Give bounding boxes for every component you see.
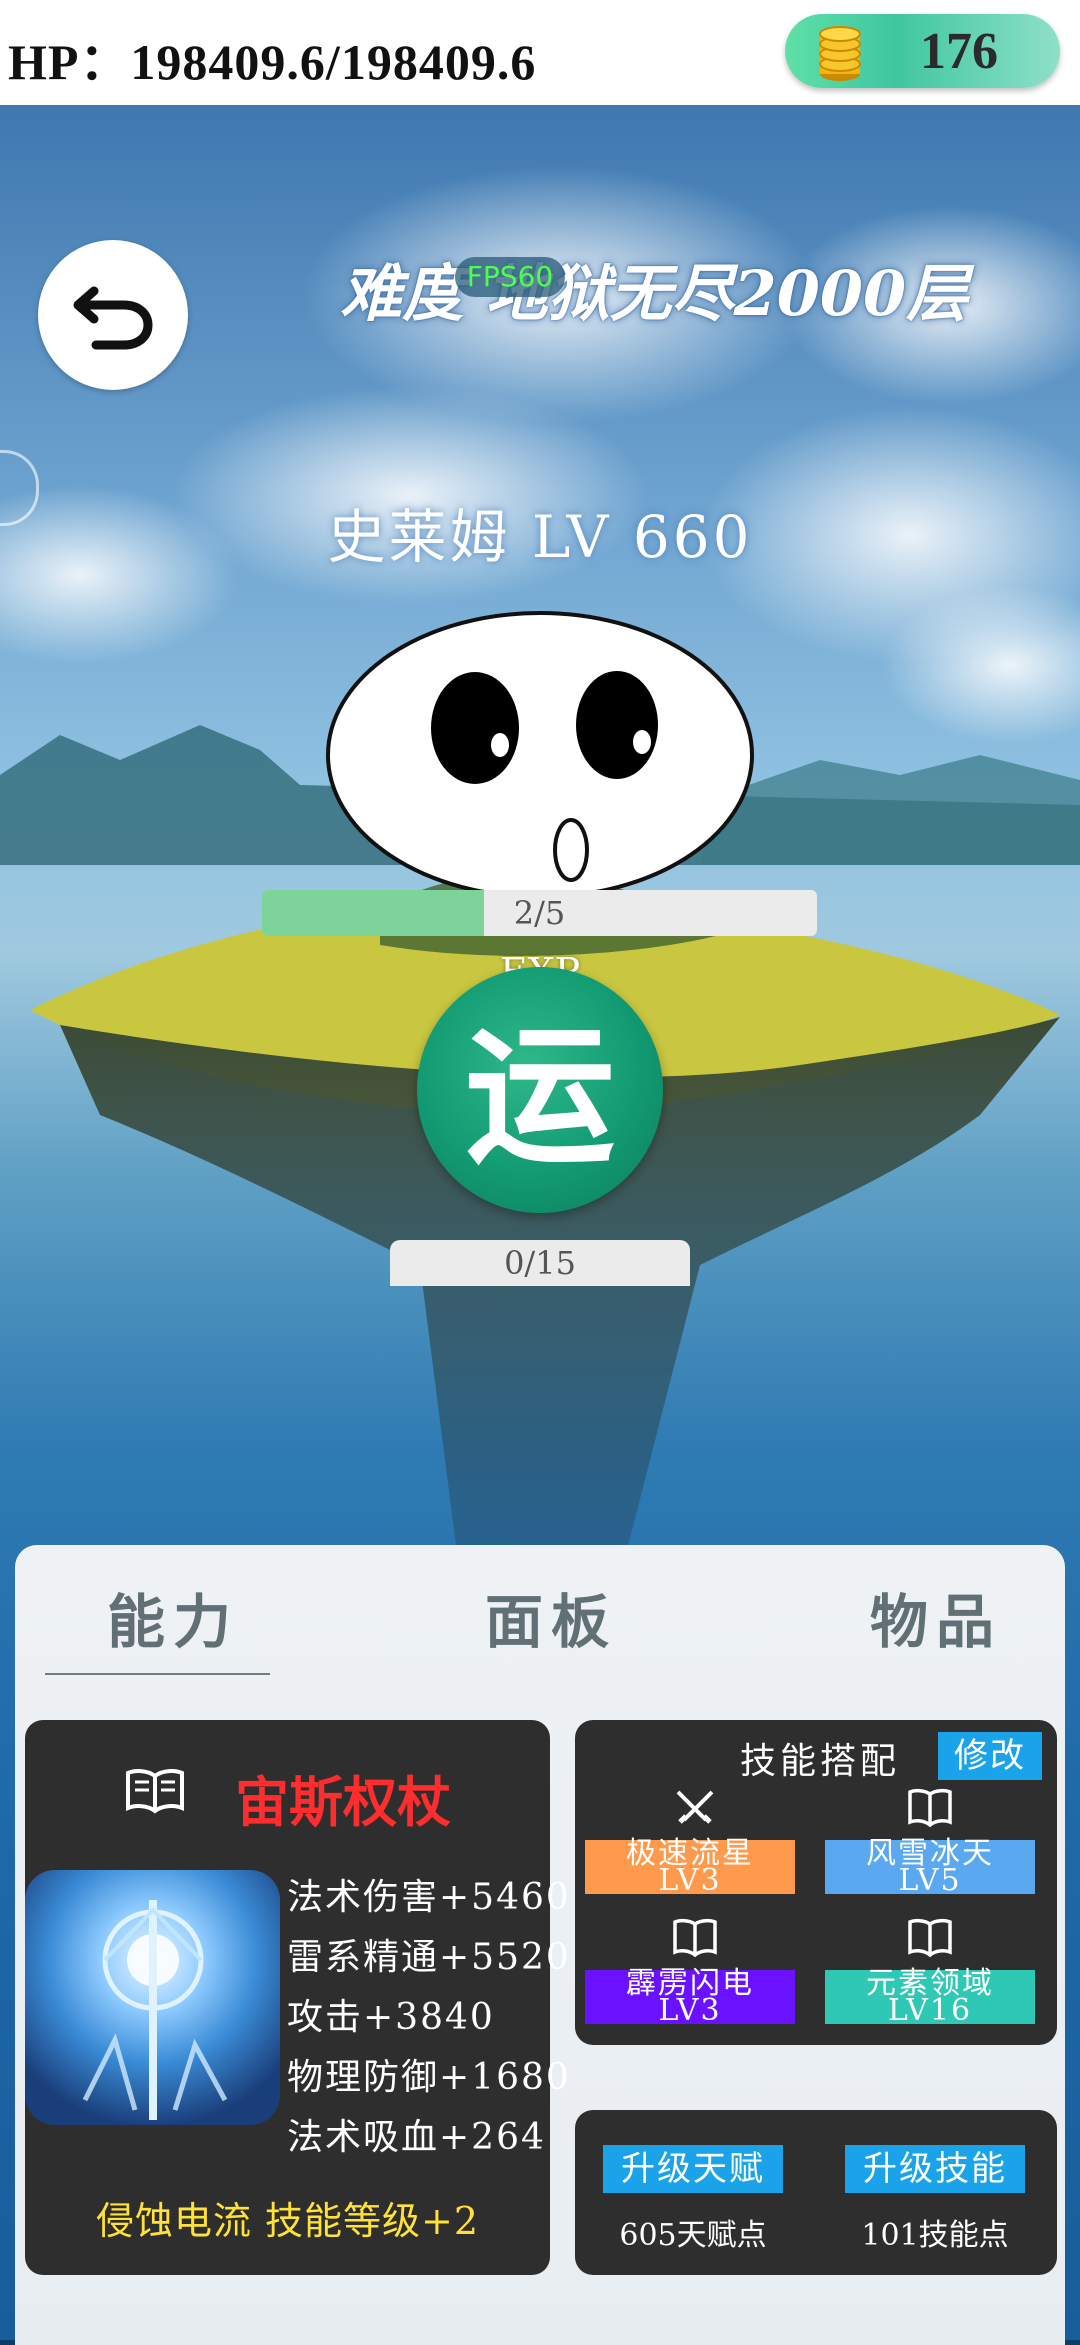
exp-progress-text: 2/5 — [513, 894, 566, 932]
exp-progress-bar: 2/5 — [262, 890, 817, 936]
book-icon — [908, 1788, 952, 1828]
weapon-stat: 物理防御+1680 — [287, 2057, 571, 2098]
weapon-card[interactable]: 宙斯权杖 法术伤害+5460 雷系精通+5520 攻击+3840 物理防御+16… — [25, 1720, 569, 2275]
weapon-name: 宙斯权杖 — [235, 1771, 451, 1834]
gold-coins-icon — [819, 26, 861, 81]
weapon-effect: 侵蚀电流 技能等级+2 — [95, 2199, 480, 2243]
fps-counter: FPS60 — [455, 257, 565, 297]
upgrade-card: 升级天赋 605天赋点 升级技能 101技能点 — [575, 2110, 1057, 2275]
tab-items[interactable]: 物品 — [870, 1575, 1002, 1659]
cultivate-progress-bar: 0/15 — [390, 1240, 690, 1286]
cultivate-label: 运 — [464, 1010, 615, 1185]
crossed-swords-icon — [676, 1790, 714, 1824]
weapon-stat: 法术吸血+264 — [287, 2117, 546, 2158]
coin-count: 176 — [920, 23, 998, 80]
skill-slot-1[interactable]: 极速流星 LV3 — [585, 1839, 795, 1896]
skill-loadout-title: 技能搭配 — [740, 1741, 901, 1782]
tab-ability[interactable]: 能力 — [107, 1575, 239, 1659]
skill-slot-2[interactable]: 风雪冰天 LV5 — [825, 1839, 1035, 1896]
edit-skills-button[interactable]: 修改 — [938, 1732, 1042, 1780]
back-arrow-icon — [73, 286, 153, 350]
weapon-stat: 雷系精通+5520 — [287, 1937, 571, 1978]
upgrade-skill-button[interactable]: 升级技能 — [845, 2145, 1025, 2193]
coin-counter[interactable]: 176 — [785, 14, 1060, 88]
back-button[interactable] — [38, 240, 188, 390]
weapon-stat: 法术伤害+5460 — [287, 1877, 571, 1918]
upgrade-talent-button[interactable]: 升级天赋 — [603, 2145, 783, 2193]
active-tab-indicator — [45, 1673, 270, 1675]
tab-panel[interactable]: 面板 — [485, 1575, 617, 1659]
cultivate-button[interactable]: 运 — [417, 967, 663, 1213]
monster-name: 史莱姆 LV 660 — [327, 503, 753, 571]
weapon-stat: 攻击+3840 — [287, 1997, 495, 2038]
difficulty-label: 难度 地狱无尽2000层 — [340, 257, 969, 330]
skill-slot-4[interactable]: 元素领域 LV16 — [825, 1969, 1035, 2026]
book-icon — [673, 1918, 717, 1958]
skill-loadout-card: 技能搭配 修改 极速流星 LV3 风雪冰天 LV5 霹雳闪电 LV3 元素领域 … — [575, 1720, 1057, 2045]
skill-slot-3[interactable]: 霹雳闪电 LV3 — [585, 1969, 795, 2026]
cultivate-progress-text: 0/15 — [504, 1244, 576, 1282]
weapon-image — [25, 1870, 280, 2125]
skill-points: 101技能点 — [861, 2218, 1009, 2253]
bottom-panel: 能力 面板 物品 宙斯权杖 法术伤害+5460 雷系精通+5520 攻击+384… — [15, 1545, 1065, 2345]
slime-monster[interactable] — [325, 610, 755, 910]
talent-points: 605天赋点 — [619, 2218, 767, 2253]
book-icon — [908, 1918, 952, 1958]
status-bar: HP：198409.6/198409.6 176 — [0, 0, 1080, 105]
book-icon — [126, 1769, 184, 1814]
hp-readout: HP：198409.6/198409.6 — [8, 34, 537, 90]
